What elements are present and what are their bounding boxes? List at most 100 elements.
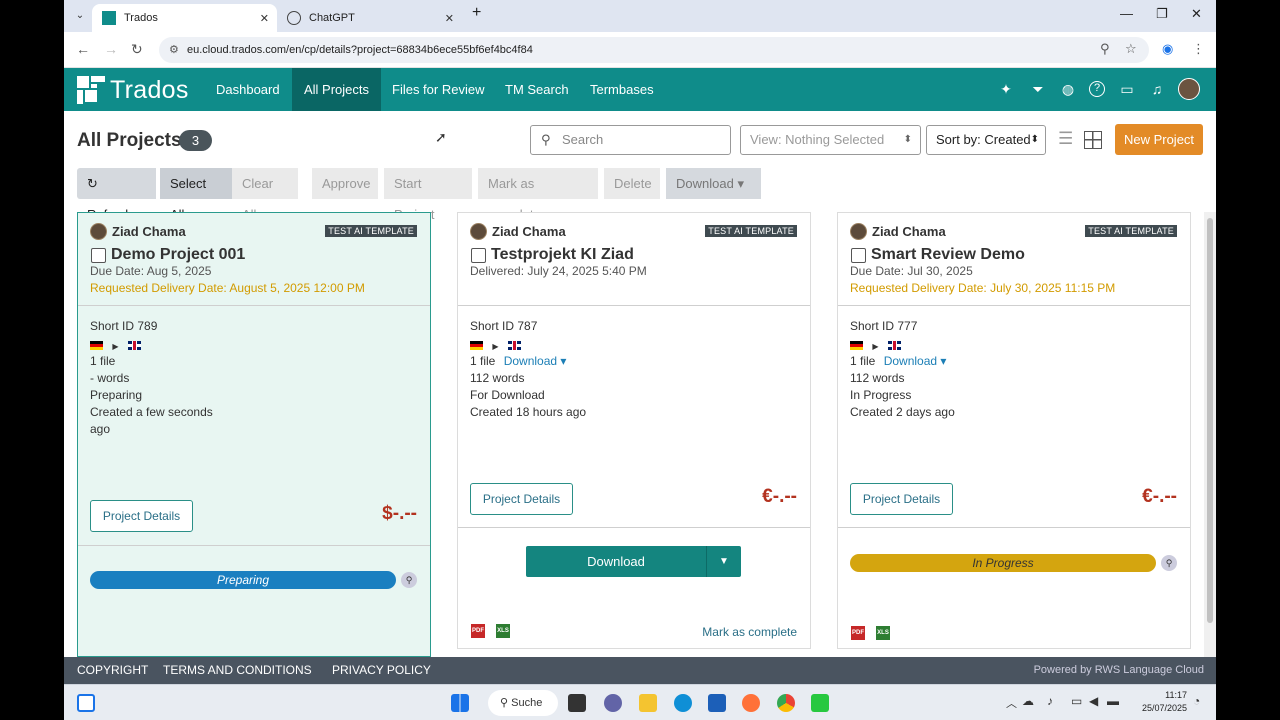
mark-as-complete-link[interactable]: Mark as complete [702,625,797,639]
project-checkbox[interactable] [851,248,866,263]
project-checkbox[interactable] [471,248,486,263]
close-tab-icon[interactable]: ✕ [260,12,269,25]
browser-tab-chatgpt[interactable]: ChatGPT ✕ [277,4,462,32]
search-details-icon[interactable]: ⚲ [401,572,417,588]
network-icon[interactable]: ▭ [1071,694,1082,708]
start-project-button[interactable]: Start Project [384,168,472,222]
pdf-file-icon[interactable]: PDF [471,624,485,638]
back-icon[interactable]: ← [76,41,90,57]
card-footer: Preparing ⚲ [78,545,430,656]
project-details-button[interactable]: Project Details [470,483,573,515]
nav-dashboard[interactable]: Dashboard [204,68,292,111]
pin-icon[interactable]: ✦ [997,80,1015,98]
grid-view-icon[interactable] [1084,131,1102,149]
select-all-button[interactable]: Select All [160,168,232,222]
zoom-icon[interactable]: ⚲ [1100,41,1110,57]
mark-as-complete-button[interactable]: Mark as complete [478,168,598,222]
file-count-text: 1 file [850,354,876,368]
caret-down-icon[interactable]: ▼ [706,546,741,577]
search-icon: ⚲ [500,697,509,709]
requested-delivery-date: Requested Delivery Date: July 30, 2025 1… [850,281,1116,295]
forward-icon[interactable]: → [104,41,118,57]
xls-file-icon[interactable]: XLS [496,624,510,638]
onedrive-icon[interactable]: ☁ [1022,694,1034,708]
project-card[interactable]: Ziad Chama TEST AI TEMPLATE Demo Project… [77,212,431,657]
delete-button[interactable]: Delete [604,168,660,199]
restore-icon[interactable]: ❐ [1156,6,1168,22]
firefox-icon[interactable] [742,694,760,712]
tray-chevron-icon[interactable]: ︿ [1006,695,1017,711]
approve-button[interactable]: Approve [312,168,378,199]
new-tab-icon[interactable]: + [472,4,481,22]
pdf-file-icon[interactable]: PDF [851,626,865,640]
download-dropdown-button[interactable]: Download ▾ [666,168,761,199]
owner-name: Ziad Chama [112,224,186,239]
nav-files-for-review[interactable]: Files for Review [380,68,496,111]
volume-icon[interactable]: ◀ [1089,694,1098,708]
delivered-date: Delivered: July 24, 2025 5:40 PM [470,264,647,278]
reload-icon[interactable]: ↻ [131,41,143,58]
search-input[interactable]: ⚲ Search [530,125,731,155]
app-icon[interactable] [811,694,829,712]
nav-termbases[interactable]: Termbases [578,68,666,111]
start-icon[interactable] [451,694,469,712]
store-icon[interactable] [708,694,726,712]
avatar[interactable] [1178,78,1200,100]
file-explorer-icon[interactable] [639,694,657,712]
close-tab-icon[interactable]: ✕ [445,12,454,25]
widgets-icon[interactable] [77,694,95,712]
profile-icon[interactable]: ◉ [1162,41,1173,57]
project-card[interactable]: Ziad Chama TEST AI TEMPLATE Testprojekt … [457,212,811,649]
view-select[interactable]: View: Nothing Selected ⬍ [740,125,921,155]
clock[interactable]: 11:17 25/07/2025 [1132,689,1187,715]
notification-icon[interactable]: ◔ [1193,694,1200,708]
sort-select[interactable]: Sort by: Created ⬍ [926,125,1046,155]
project-title[interactable]: Testprojekt KI Ziad [491,246,634,264]
refresh-button[interactable]: ↻ Refresh [77,168,156,222]
filter-icon[interactable]: ⏷ [1029,80,1047,98]
edge-icon[interactable] [674,694,692,712]
download-label: Download [676,176,734,191]
page-scrollbar[interactable] [1204,212,1216,657]
minimize-icon[interactable]: — [1120,6,1133,21]
project-card[interactable]: Ziad Chama TEST AI TEMPLATE Smart Review… [837,212,1191,649]
chat-icon[interactable]: ▭ [1118,80,1136,98]
nav-tm-search[interactable]: TM Search [493,68,581,111]
bookmark-star-icon[interactable]: ☆ [1125,41,1137,57]
nav-all-projects[interactable]: All Projects [292,68,382,111]
browser-menu-icon[interactable]: ⋮ [1192,41,1205,57]
site-info-icon[interactable]: ⚙ [169,37,179,63]
help-icon[interactable]: ? [1089,81,1105,97]
url-field[interactable]: ⚙ eu.cloud.trados.com/en/cp/details?proj… [159,37,1149,63]
bell-icon[interactable]: ♫ [1148,80,1166,98]
project-details-button[interactable]: Project Details [850,483,953,515]
terms-link[interactable]: TERMS AND CONDITIONS [163,657,312,684]
taskbar-search[interactable]: ⚲ Suche [488,690,558,716]
download-link[interactable]: Download ▾ [884,354,947,368]
project-title[interactable]: Demo Project 001 [111,246,245,264]
close-window-icon[interactable]: ✕ [1191,6,1202,22]
download-link[interactable]: Download ▾ [504,354,567,368]
new-project-button[interactable]: New Project [1115,124,1203,155]
copyright-link[interactable]: COPYRIGHT [77,657,148,684]
xls-file-icon[interactable]: XLS [876,626,890,640]
trados-logo[interactable]: Trados [76,75,189,105]
scrollbar-thumb[interactable] [1207,218,1213,623]
chrome-icon[interactable] [777,694,795,712]
project-title[interactable]: Smart Review Demo [871,246,1025,264]
card-header: Ziad Chama TEST AI TEMPLATE Testprojekt … [458,213,810,306]
task-view-icon[interactable] [568,694,586,712]
list-view-icon[interactable]: ☰ [1058,130,1076,149]
battery-icon[interactable]: ▬ [1107,694,1119,708]
project-details-button[interactable]: Project Details [90,500,193,532]
browser-tab-trados[interactable]: Trados ✕ [92,4,277,32]
globe-icon[interactable]: ◍ [1059,80,1077,98]
teams-icon[interactable] [604,694,622,712]
download-button[interactable]: Download ▼ [526,546,741,577]
microphone-icon[interactable]: ♪ [1047,694,1053,708]
tab-search-icon[interactable]: ⌄ [72,8,88,24]
privacy-link[interactable]: PRIVACY POLICY [332,657,431,684]
search-details-icon[interactable]: ⚲ [1161,555,1177,571]
project-checkbox[interactable] [91,248,106,263]
clear-all-button[interactable]: Clear All [232,168,298,222]
